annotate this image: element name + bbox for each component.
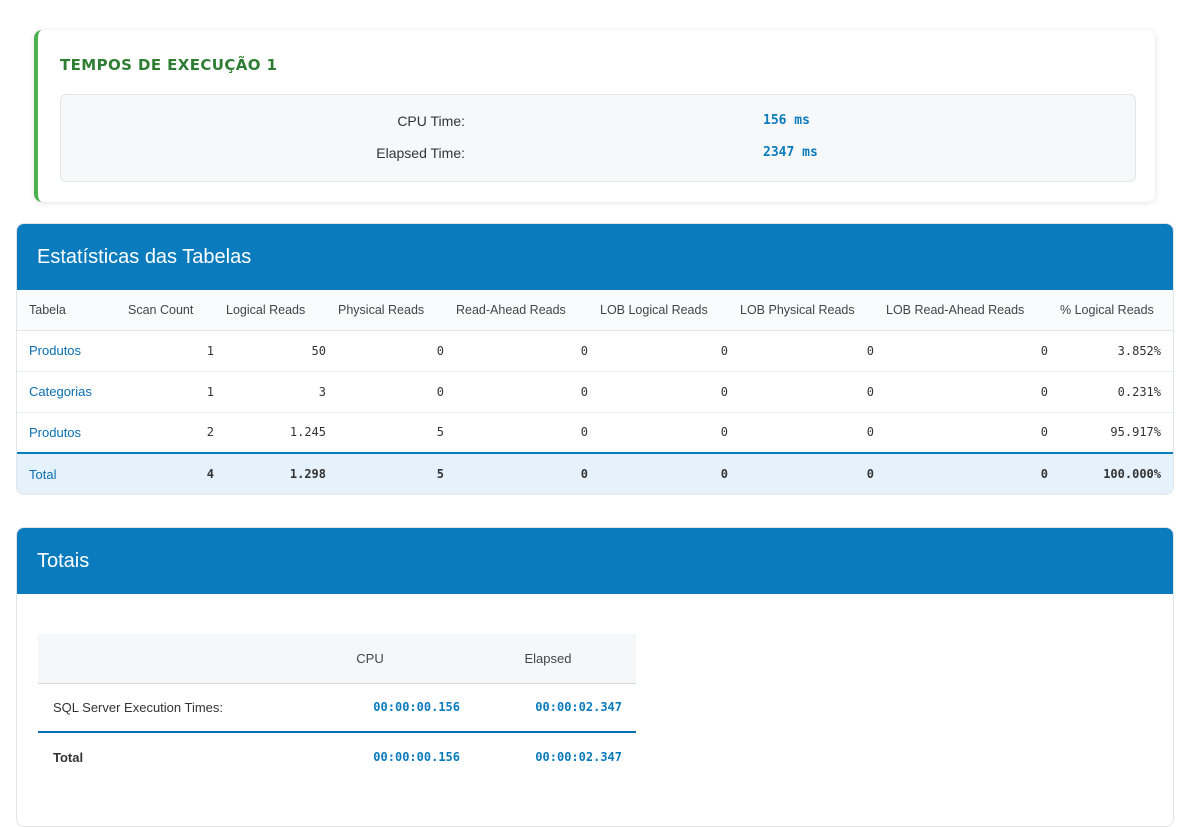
lob-logical-reads-cell: 0 [588, 412, 728, 454]
table-name-link[interactable]: Categorias [17, 371, 116, 413]
physical-reads-cell: 5 [326, 412, 444, 454]
elapsed-time-label: Elapsed Time: [376, 145, 465, 161]
table-total-row: Total 4 1.298 5 0 0 0 0 100.000% [17, 452, 1173, 494]
totals-total-cpu: 00:00:00.156 [280, 731, 460, 781]
table-statistics-table: Tabela Scan Count Logical Reads Physical… [17, 290, 1173, 494]
table-statistics-panel: Estatísticas das Tabelas Tabela Scan Cou… [16, 223, 1174, 495]
totals-header-cpu: CPU [280, 634, 460, 684]
totals-header-elapsed: Elapsed [460, 634, 636, 684]
totals-header-blank [38, 634, 280, 684]
totals-row-label: SQL Server Execution Times: [53, 699, 224, 715]
total-pct-logical-reads: 100.000% [1048, 452, 1173, 494]
logical-reads-cell: 3 [214, 371, 326, 413]
execution-times-card: TEMPOS DE EXECUÇÃO 1 CPU Time: 156 ms El… [34, 30, 1155, 202]
total-physical-reads: 5 [326, 452, 444, 494]
col-header-logical-reads[interactable]: Logical Reads [214, 290, 326, 331]
col-header-tabela[interactable]: Tabela [17, 290, 116, 331]
lob-read-ahead-reads-cell: 0 [874, 412, 1048, 454]
lob-read-ahead-reads-cell: 0 [874, 371, 1048, 413]
total-label: Total [17, 452, 116, 494]
table-row: Produtos 1 50 0 0 0 0 0 3.852% [17, 330, 1173, 372]
lob-logical-reads-cell: 0 [588, 330, 728, 372]
total-scan-count: 4 [116, 452, 214, 494]
totals-row: SQL Server Execution Times: 00:00:00.156… [38, 683, 636, 732]
table-header-row: Tabela Scan Count Logical Reads Physical… [17, 290, 1173, 331]
totals-row-elapsed: 00:00:02.347 [535, 700, 622, 715]
totals-total-label: Total [38, 731, 280, 781]
total-lob-logical-reads: 0 [588, 452, 728, 494]
physical-reads-cell: 0 [326, 330, 444, 372]
execution-times-title: TEMPOS DE EXECUÇÃO 1 [60, 56, 278, 74]
execution-times-box: CPU Time: 156 ms Elapsed Time: 2347 ms [60, 94, 1136, 182]
col-header-lob-read-ahead-reads[interactable]: LOB Read-Ahead Reads [874, 290, 1048, 331]
totals-table: CPU Elapsed SQL Server Execution Times: … [38, 634, 636, 781]
col-header-physical-reads[interactable]: Physical Reads [326, 290, 444, 331]
total-read-ahead-reads: 0 [444, 452, 588, 494]
scan-count-cell: 1 [116, 371, 214, 413]
lob-physical-reads-cell: 0 [728, 412, 874, 454]
table-name-link[interactable]: Produtos [17, 330, 116, 372]
totals-title: Totais [17, 528, 1173, 594]
col-header-read-ahead-reads[interactable]: Read-Ahead Reads [444, 290, 588, 331]
totals-total-elapsed: 00:00:02.347 [460, 731, 636, 781]
pct-logical-reads-cell: 0.231% [1048, 371, 1173, 413]
lob-physical-reads-cell: 0 [728, 330, 874, 372]
read-ahead-reads-cell: 0 [444, 412, 588, 454]
col-header-lob-logical-reads[interactable]: LOB Logical Reads [588, 290, 728, 331]
cpu-time-label: CPU Time: [397, 113, 465, 129]
physical-reads-cell: 0 [326, 371, 444, 413]
totals-header-row: CPU Elapsed [38, 634, 636, 684]
totals-panel: Totais CPU Elapsed SQL Server Execution … [16, 527, 1174, 827]
lob-physical-reads-cell: 0 [728, 371, 874, 413]
table-name-link[interactable]: Produtos [17, 412, 116, 454]
read-ahead-reads-cell: 0 [444, 371, 588, 413]
col-header-scan-count[interactable]: Scan Count [116, 290, 214, 331]
elapsed-time-value: 2347 ms [763, 145, 818, 160]
scan-count-cell: 2 [116, 412, 214, 454]
read-ahead-reads-cell: 0 [444, 330, 588, 372]
totals-row-cpu: 00:00:00.156 [373, 700, 460, 715]
cpu-time-row: CPU Time: 156 ms [61, 113, 1135, 133]
logical-reads-cell: 1.245 [214, 412, 326, 454]
col-header-lob-physical-reads[interactable]: LOB Physical Reads [728, 290, 874, 331]
pct-logical-reads-cell: 95.917% [1048, 412, 1173, 454]
total-logical-reads: 1.298 [214, 452, 326, 494]
elapsed-time-row: Elapsed Time: 2347 ms [61, 145, 1135, 165]
total-lob-physical-reads: 0 [728, 452, 874, 494]
table-row: Produtos 2 1.245 5 0 0 0 0 95.917% [17, 412, 1173, 454]
lob-read-ahead-reads-cell: 0 [874, 330, 1048, 372]
totals-total-row: Total 00:00:00.156 00:00:02.347 [38, 731, 636, 781]
table-row: Categorias 1 3 0 0 0 0 0 0.231% [17, 371, 1173, 413]
lob-logical-reads-cell: 0 [588, 371, 728, 413]
col-header-pct-logical-reads[interactable]: % Logical Reads [1048, 290, 1173, 331]
table-statistics-title: Estatísticas das Tabelas [17, 224, 1173, 290]
scan-count-cell: 1 [116, 330, 214, 372]
logical-reads-cell: 50 [214, 330, 326, 372]
total-lob-read-ahead-reads: 0 [874, 452, 1048, 494]
cpu-time-value: 156 ms [763, 113, 810, 128]
pct-logical-reads-cell: 3.852% [1048, 330, 1173, 372]
